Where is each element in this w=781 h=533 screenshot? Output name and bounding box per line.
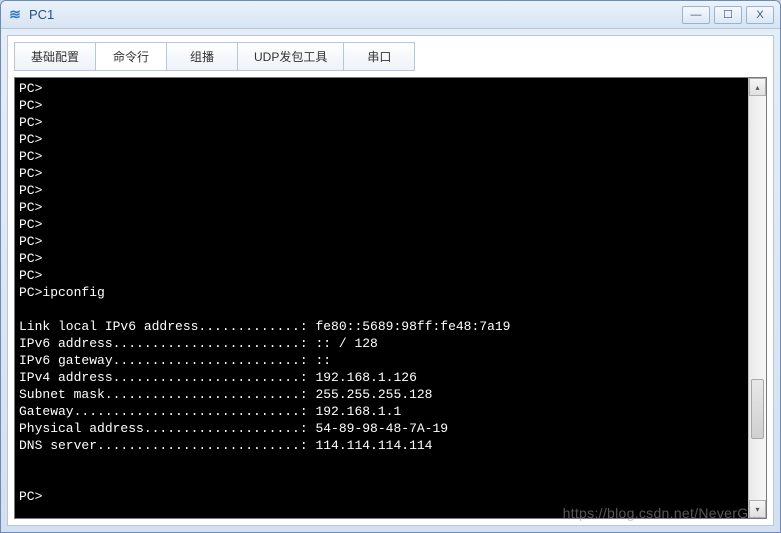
tab-label: 命令行 <box>113 50 149 64</box>
tab-multicast[interactable]: 组播 <box>166 42 238 71</box>
window-title: PC1 <box>29 7 678 22</box>
tab-bar: 基础配置 命令行 组播 UDP发包工具 串口 <box>8 36 773 71</box>
app-icon: ≋ <box>7 7 23 23</box>
titlebar: ≋ PC1 — ☐ X <box>1 1 780 29</box>
body-area: 基础配置 命令行 组播 UDP发包工具 串口 PC> PC> PC> PC> P… <box>7 35 774 526</box>
tab-label: 串口 <box>367 50 391 64</box>
minimize-icon: — <box>691 9 702 21</box>
tab-serial[interactable]: 串口 <box>343 42 415 71</box>
scroll-thumb[interactable] <box>751 379 764 439</box>
maximize-button[interactable]: ☐ <box>714 6 742 24</box>
close-icon: X <box>756 9 763 21</box>
tab-label: 基础配置 <box>31 50 79 64</box>
scroll-up-button[interactable]: ▴ <box>749 78 766 96</box>
chevron-down-icon: ▾ <box>755 505 759 514</box>
tab-basic-config[interactable]: 基础配置 <box>14 42 96 71</box>
maximize-icon: ☐ <box>723 8 733 21</box>
chevron-up-icon: ▴ <box>755 83 759 92</box>
terminal[interactable]: PC> PC> PC> PC> PC> PC> PC> PC> PC> PC> … <box>15 78 748 518</box>
scrollbar-vertical[interactable]: ▴ ▾ <box>748 78 766 518</box>
tab-label: UDP发包工具 <box>254 50 327 64</box>
tab-label: 组播 <box>190 50 214 64</box>
minimize-button[interactable]: — <box>682 6 710 24</box>
close-button[interactable]: X <box>746 6 774 24</box>
tab-udp-tool[interactable]: UDP发包工具 <box>237 42 344 71</box>
app-window: ≋ PC1 — ☐ X 基础配置 命令行 组播 UDP发包工具 串口 PC> P… <box>0 0 781 533</box>
tab-cli[interactable]: 命令行 <box>95 42 167 71</box>
scroll-track[interactable] <box>749 96 766 500</box>
scroll-down-button[interactable]: ▾ <box>749 500 766 518</box>
terminal-container: PC> PC> PC> PC> PC> PC> PC> PC> PC> PC> … <box>14 77 767 519</box>
